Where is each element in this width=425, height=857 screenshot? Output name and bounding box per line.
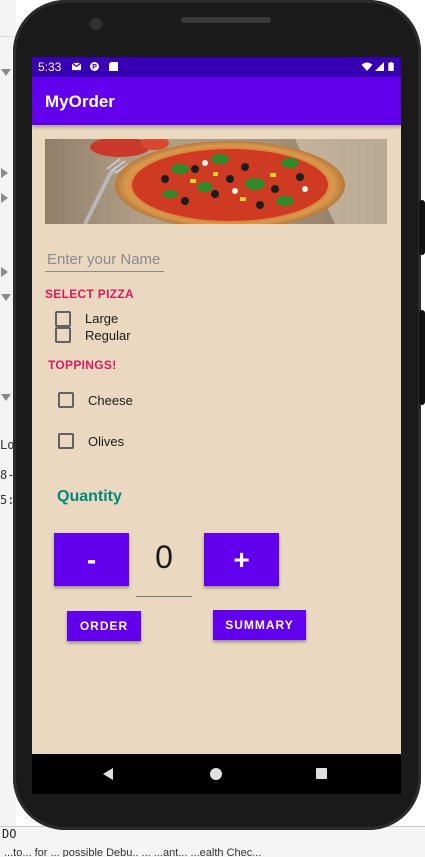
increment-button[interactable]: +: [204, 533, 279, 586]
large-checkbox[interactable]: [55, 311, 71, 327]
home-icon[interactable]: [210, 768, 222, 780]
battery-icon: [388, 62, 394, 71]
order-button[interactable]: ORDER: [67, 611, 141, 641]
app-notification-icon: P: [90, 62, 99, 71]
quantity-underline: [136, 596, 192, 597]
status-time: 5:33: [38, 60, 62, 74]
name-input[interactable]: [45, 247, 164, 272]
ide-collapse-icon: [1, 69, 11, 76]
earpiece-speaker: [181, 17, 271, 23]
back-icon[interactable]: [103, 768, 113, 780]
quantity-label: Quantity: [57, 488, 122, 505]
toppings-heading: TOPPINGS!: [48, 358, 117, 372]
status-bar: 5:33 P: [32, 57, 401, 77]
olives-checkbox[interactable]: [58, 433, 74, 449]
summary-button[interactable]: SUMMARY: [213, 610, 306, 640]
signal-icon: [375, 62, 384, 71]
ide-collapse-icon: [1, 394, 11, 401]
power-button: [419, 200, 425, 255]
ide-bottom-panel: DO ...to... for ... possible Debu.. ... …: [0, 826, 425, 857]
pizza-banner-image: [45, 139, 387, 224]
volume-button: [419, 310, 425, 405]
regular-checkbox[interactable]: [55, 327, 71, 343]
ide-collapse-icon: [1, 294, 11, 301]
sd-card-icon: [109, 62, 118, 71]
ide-bottom-label: DO: [2, 827, 17, 841]
ide-expand-icon: [1, 168, 8, 178]
device-frame: 5:33 P MyOrder Enter your Name SELECT PI…: [13, 0, 425, 830]
ide-expand-icon: [1, 267, 8, 277]
olives-label[interactable]: Olives: [88, 434, 124, 449]
gmail-notification-icon: [72, 62, 81, 71]
select-pizza-heading: SELECT PIZZA: [45, 287, 134, 301]
cheese-label[interactable]: Cheese: [88, 393, 133, 408]
svg-text:P: P: [92, 62, 97, 71]
large-label[interactable]: Large: [85, 311, 118, 326]
cheese-checkbox[interactable]: [58, 392, 74, 408]
recents-icon[interactable]: [316, 768, 327, 779]
decrement-button[interactable]: -: [54, 533, 129, 586]
navigation-bar: [32, 754, 401, 794]
app-title: MyOrder: [45, 92, 115, 111]
wifi-icon: [361, 62, 373, 71]
ide-status-text: ...to... for ... possible Debu.. ... ...…: [4, 847, 262, 857]
regular-label[interactable]: Regular: [85, 328, 131, 343]
app-screen: 5:33 P MyOrder Enter your Name SELECT PI…: [32, 57, 401, 754]
quantity-value: 0: [155, 539, 173, 575]
ide-divider: [0, 36, 14, 37]
ide-expand-icon: [1, 193, 8, 203]
front-camera-icon: [89, 17, 103, 31]
app-toolbar: MyOrder: [32, 77, 401, 125]
